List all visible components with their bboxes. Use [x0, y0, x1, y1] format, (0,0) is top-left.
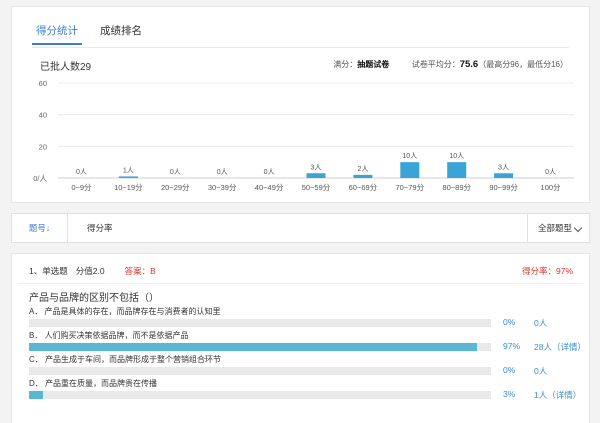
- x-tick-label: 70~79分: [396, 183, 425, 192]
- question-header: 1、单选题 分值2.0 答案：B: [29, 265, 156, 277]
- question-text: 产品与品牌的区别不包括（）: [29, 293, 159, 304]
- x-tick-label: 20~29分: [161, 183, 190, 192]
- y-tick-label: 20: [39, 142, 47, 151]
- option-bar-fill: [29, 343, 478, 351]
- option-bar-track: [29, 319, 491, 327]
- option-detail-link[interactable]: （详情）: [547, 390, 581, 400]
- option-bar-track: [29, 343, 491, 351]
- x-tick-label: 60~69分: [349, 183, 378, 192]
- option-d: D． 产品重在质量，而品牌贵在传播 3% 1人（详情）: [29, 378, 581, 406]
- x-tick-label: 50~59分: [302, 183, 331, 192]
- option-count: 1人（详情）: [534, 389, 581, 401]
- y-tick-label: 40: [39, 111, 47, 120]
- bar-data-label: 10人: [449, 152, 464, 160]
- chevron-down-icon: [573, 223, 583, 233]
- question-type: 1、单选题: [29, 266, 68, 276]
- score-statistics-panel: 得分统计 成绩排名 已批人数29 满分：抽题试卷 试卷平均分：75.6（最高分9…: [11, 6, 590, 203]
- option-count: 28人（详情）: [534, 341, 586, 353]
- bar: [494, 173, 514, 178]
- option-percent: 0%: [503, 317, 516, 327]
- y-tick-label: 60: [39, 79, 47, 88]
- x-tick-label: 30~39分: [208, 183, 237, 192]
- bar-data-label: 0人: [545, 168, 556, 176]
- option-bar-track: [29, 391, 491, 399]
- bar: [447, 162, 467, 178]
- bar-data-label: 3人: [498, 163, 509, 171]
- option-count-value: 0人: [534, 318, 548, 328]
- question-divider: [18, 283, 583, 284]
- option-bar-track: [29, 367, 491, 375]
- bar-data-label: 0人: [170, 168, 181, 176]
- option-bar-fill: [29, 391, 43, 399]
- x-tick-label: 100分: [541, 183, 562, 192]
- question-card: 1、单选题 分值2.0 答案：B 得分率：97% 产品与品牌的区别不包括（） A． …: [11, 253, 590, 423]
- question-score: 分值2.0: [75, 266, 105, 276]
- question-filter-bar: 题号↓ 得分率 全部题型: [11, 213, 590, 243]
- option-label: C． 产品生成于车间，而品牌形成于整个营销组合环节: [29, 355, 221, 364]
- option-percent: 3%: [503, 389, 516, 399]
- bar-data-label: 0人: [217, 168, 228, 176]
- x-tick-label: 10~19分: [114, 183, 143, 192]
- bar: [306, 173, 326, 178]
- question-type-label: 全部题型: [538, 223, 573, 233]
- sort-by-question-number-button[interactable]: 题号↓: [12, 214, 68, 242]
- bar-data-label: 1人: [123, 166, 134, 174]
- bar-data-label: 0人: [76, 168, 87, 176]
- option-detail-link[interactable]: （详情）: [552, 342, 586, 352]
- question-answer: 答案：B: [124, 266, 156, 276]
- x-tick-label: 80~89分: [442, 183, 471, 192]
- option-count-value: 1人: [534, 390, 548, 400]
- bar-data-label: 2人: [357, 165, 368, 173]
- option-label: D． 产品重在质量，而品牌贵在传播: [29, 379, 157, 388]
- option-percent: 0%: [503, 365, 516, 375]
- option-percent: 97%: [503, 341, 521, 351]
- x-tick-label: 40~49分: [255, 183, 284, 192]
- bar: [400, 162, 420, 178]
- bar-data-label: 10人: [402, 152, 417, 160]
- option-count: 0人: [534, 317, 547, 329]
- option-label: A． 产品是具体的存在，而品牌存在与消费者的认知里: [29, 307, 221, 316]
- question-type-dropdown[interactable]: 全部题型: [527, 214, 589, 242]
- bar-data-label: 3人: [311, 163, 322, 171]
- x-tick-label: 0~9分: [71, 183, 92, 192]
- x-tick-label: 90~99分: [489, 183, 518, 192]
- score-distribution-chart: 0/人 20 40 60 0人 0~9分 1人 10~19分 0人 20~29分 0人 30~39分 0…: [33, 79, 574, 192]
- option-count: 0人: [534, 365, 547, 377]
- y-tick-label: 0/人: [33, 174, 47, 183]
- bar: [118, 176, 138, 178]
- question-score-rate: 得分率：97%: [521, 266, 573, 276]
- option-label: B． 人们购买决策依据品牌，而不是依据产品: [29, 331, 189, 340]
- option-count-value: 28人: [534, 342, 552, 352]
- score-rate-header: 得分率: [87, 223, 113, 233]
- bar: [353, 174, 373, 178]
- option-count-value: 0人: [534, 366, 548, 376]
- bar-data-label: 0人: [264, 168, 275, 176]
